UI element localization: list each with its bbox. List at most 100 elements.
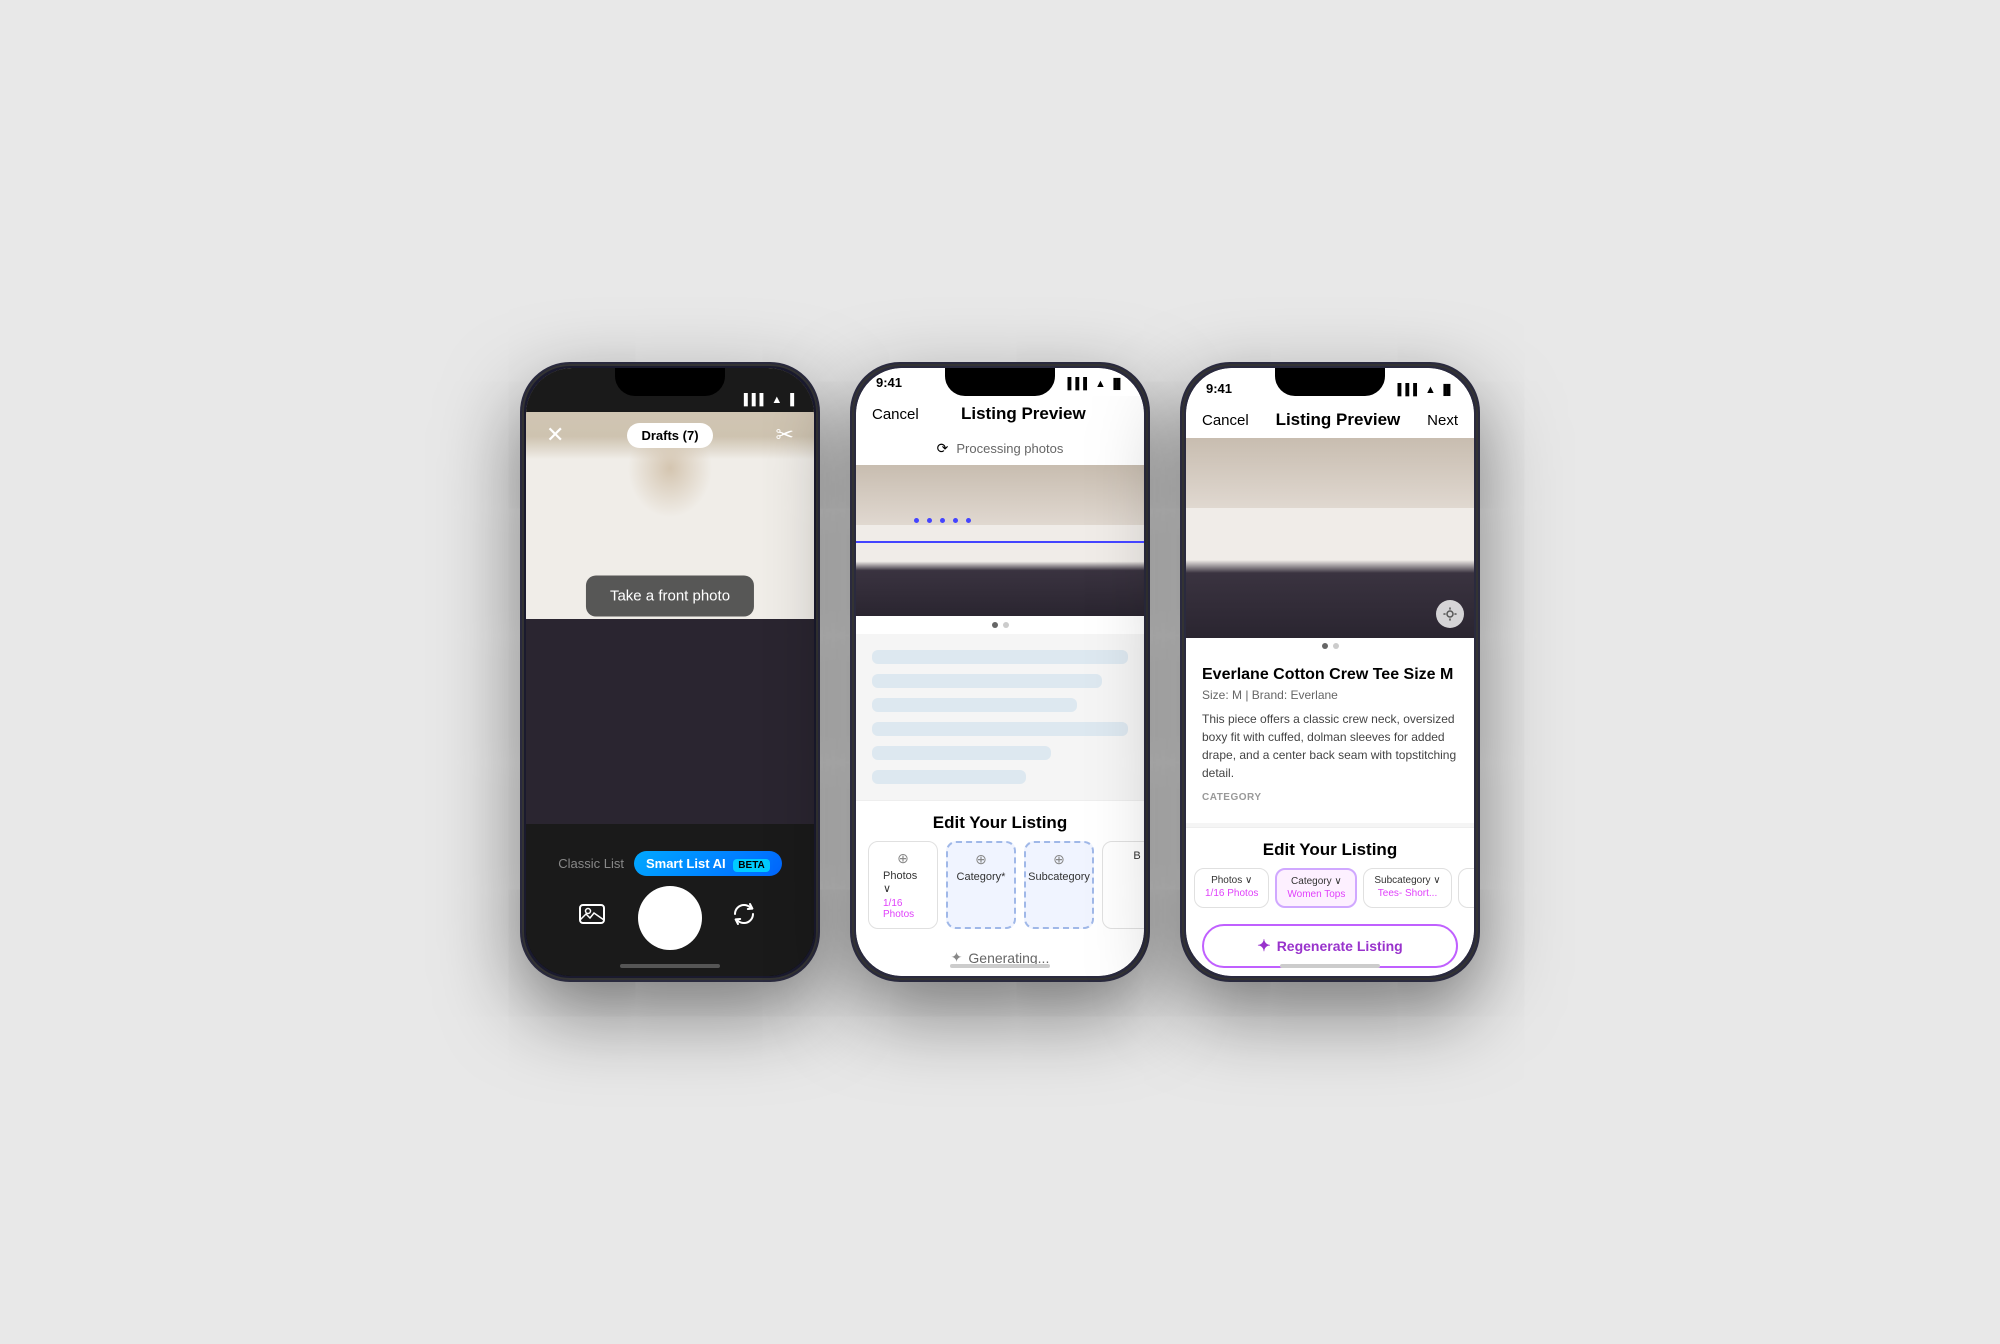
photos-tab-sublabel: 1/16 Photos xyxy=(883,898,923,920)
photos-tab3-label: Photos ∨ xyxy=(1211,875,1252,886)
status-icons-2: ▌▌▌ ▲ ▐▌ xyxy=(1068,378,1124,390)
listing-description: This piece offers a classic crew neck, o… xyxy=(1202,710,1458,782)
skeleton-5 xyxy=(872,746,1051,760)
category-tab-2[interactable]: ⊕ Category* xyxy=(946,841,1016,929)
photos-tab-icon: ⊕ xyxy=(897,850,909,867)
preview-screen: 9:41 ▌▌▌ ▲ ▐▌ Cancel Listing Preview Nex… xyxy=(1186,368,1474,976)
drafts-badge[interactable]: Drafts (7) xyxy=(627,423,712,448)
scan-dot xyxy=(914,518,919,523)
edit-listing-section-3: Edit Your Listing Photos ∨ 1/16 Photos C… xyxy=(1186,827,1474,976)
camera-controls xyxy=(526,886,814,950)
photos-tab-3[interactable]: Photos ∨ 1/16 Photos xyxy=(1194,868,1269,908)
notch-2 xyxy=(945,368,1055,396)
category-tab-label: Category* xyxy=(957,871,1006,883)
camera-screen: ▌▌▌ ▲ ▐ ✕ Drafts (7) ✂ Take a front xyxy=(526,368,814,976)
battery-icon-3: ▐▌ xyxy=(1440,385,1454,396)
flip-camera-button[interactable] xyxy=(726,900,762,936)
processing-bar: ⟳ Processing photos xyxy=(856,432,1144,465)
notch-3 xyxy=(1275,368,1385,396)
edit-listing-section-2: Edit Your Listing ⊕ Photos ∨ 1/16 Photos… xyxy=(856,800,1144,976)
listing-dot-2 xyxy=(1333,643,1339,649)
scan-line xyxy=(856,541,1144,543)
listing-photo-img-2 xyxy=(856,465,1144,616)
listing-card xyxy=(1186,438,1474,654)
nav-bar-2: Cancel Listing Preview xyxy=(856,396,1144,432)
gallery-button[interactable] xyxy=(578,900,614,936)
category-tab3-sublabel: Women Tops xyxy=(1287,889,1345,900)
phones-container: ▌▌▌ ▲ ▐ ✕ Drafts (7) ✂ Take a front xyxy=(520,362,1480,982)
brand-tab-3[interactable]: Br Ev xyxy=(1458,868,1474,908)
edit-photo-icon[interactable] xyxy=(1436,600,1464,628)
cancel-button-3[interactable]: Cancel xyxy=(1202,412,1249,429)
smart-list-text: Smart List AI xyxy=(646,856,726,871)
listing-card-dots xyxy=(1186,638,1474,654)
edit-listing-title-2: Edit Your Listing xyxy=(856,801,1144,841)
scan-dot xyxy=(940,518,945,523)
phone-processing: 9:41 ▌▌▌ ▲ ▐▌ Cancel Listing Preview xyxy=(850,362,1150,982)
listing-photo-2 xyxy=(856,465,1144,616)
subcategory-tab-2[interactable]: ⊕ Subcategory xyxy=(1024,841,1094,929)
status-icons-1: ▌▌▌ ▲ ▐ xyxy=(744,394,794,406)
listing-details: Everlane Cotton Crew Tee Size M Size: M … xyxy=(1186,654,1474,823)
regenerate-listing-button[interactable]: ✦ Regenerate Listing xyxy=(1202,924,1458,968)
category-tab3-label: Category ∨ xyxy=(1291,876,1342,887)
listing-title: Everlane Cotton Crew Tee Size M xyxy=(1202,666,1458,684)
status-icons-3: ▌▌▌ ▲ ▐▌ xyxy=(1398,384,1454,396)
brand-tab-2[interactable]: B xyxy=(1102,841,1144,929)
notch-1 xyxy=(615,368,725,396)
nav-title-3: Listing Preview xyxy=(1276,410,1401,430)
regen-btn-label: Regenerate Listing xyxy=(1277,938,1403,954)
camera-top-bar: ✕ Drafts (7) ✂ xyxy=(526,412,814,458)
skeleton-3 xyxy=(872,698,1077,712)
signal-icon-3: ▌▌▌ xyxy=(1398,384,1421,396)
generating-bar: ✦ Generating... xyxy=(856,939,1144,976)
photos-tab-2[interactable]: ⊕ Photos ∨ 1/16 Photos xyxy=(868,841,938,929)
processing-text: Processing photos xyxy=(956,441,1063,456)
camera-close-button[interactable]: ✕ xyxy=(546,422,564,448)
battery-icon-1: ▐ xyxy=(786,394,794,406)
phone-camera: ▌▌▌ ▲ ▐ ✕ Drafts (7) ✂ Take a front xyxy=(520,362,820,982)
category-tab-icon: ⊕ xyxy=(975,851,987,868)
skeleton-4 xyxy=(872,722,1128,736)
battery-icon-2: ▐▌ xyxy=(1110,379,1124,390)
scan-dot xyxy=(927,518,932,523)
cancel-button-2[interactable]: Cancel xyxy=(872,406,919,423)
next-button-3[interactable]: Next xyxy=(1427,412,1458,429)
signal-icon-2: ▌▌▌ xyxy=(1068,378,1091,390)
status-time-2: 9:41 xyxy=(876,375,902,390)
subcategory-tab3-label: Subcategory ∨ xyxy=(1374,875,1440,886)
beta-badge: BETA xyxy=(733,859,769,872)
camera-bottom: Classic List Smart List AI BETA xyxy=(526,824,814,976)
processing-icon: ⟳ xyxy=(937,440,949,457)
skeleton-6 xyxy=(872,770,1026,784)
photo-dots-2 xyxy=(856,616,1144,634)
photos-tab-label: Photos ∨ xyxy=(883,870,923,895)
photos-tab3-sublabel: 1/16 Photos xyxy=(1205,888,1258,899)
front-photo-label: Take a front photo xyxy=(586,576,754,617)
listing-dot-1 xyxy=(1322,643,1328,649)
photo-dot-2 xyxy=(1003,622,1009,628)
category-label: CATEGORY xyxy=(1202,792,1458,803)
processing-screen: 9:41 ▌▌▌ ▲ ▐▌ Cancel Listing Preview xyxy=(856,368,1144,976)
listing-card-photo xyxy=(1186,438,1474,638)
edit-tabs-3: Photos ∨ 1/16 Photos Category ∨ Women To… xyxy=(1186,868,1474,916)
home-indicator-1 xyxy=(620,964,720,968)
nav-bar-3: Cancel Listing Preview Next xyxy=(1186,402,1474,438)
scissors-button[interactable]: ✂ xyxy=(776,422,794,448)
wifi-icon-2: ▲ xyxy=(1095,378,1106,390)
subcategory-tab-3[interactable]: Subcategory ∨ Tees- Short... xyxy=(1363,868,1451,908)
scan-dots xyxy=(914,518,971,523)
skeleton-2 xyxy=(872,674,1102,688)
wifi-icon-3: ▲ xyxy=(1425,384,1436,396)
smart-list-badge[interactable]: Smart List AI BETA xyxy=(634,851,782,876)
shutter-button[interactable] xyxy=(638,886,702,950)
category-tab-3[interactable]: Category ∨ Women Tops xyxy=(1275,868,1357,908)
classic-list-label[interactable]: Classic List xyxy=(558,856,624,871)
phone-preview: 9:41 ▌▌▌ ▲ ▐▌ Cancel Listing Preview Nex… xyxy=(1180,362,1480,982)
subcategory-tab-label: Subcategory xyxy=(1028,871,1090,883)
edit-tabs-2: ⊕ Photos ∨ 1/16 Photos ⊕ Category* ⊕ Sub… xyxy=(856,841,1144,939)
signal-icon-1: ▌▌▌ xyxy=(744,394,767,406)
listing-meta: Size: M | Brand: Everlane xyxy=(1202,688,1458,702)
loading-section xyxy=(856,634,1144,800)
brand-tab-label: B xyxy=(1133,850,1140,862)
